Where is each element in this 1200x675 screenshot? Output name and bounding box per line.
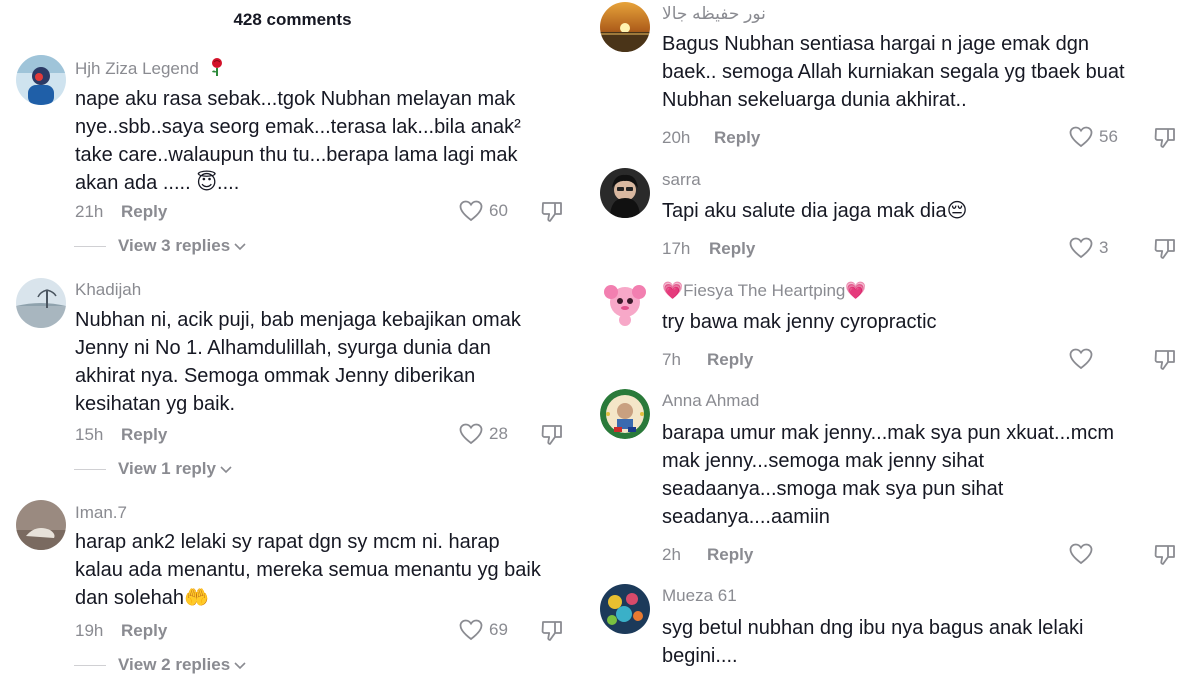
- comments-panel-right: نور حفيظه جالا Bagus Nubhan sentiasa har…: [585, 0, 1200, 675]
- avatar[interactable]: [600, 2, 650, 52]
- comment-time: 17h: [662, 239, 691, 258]
- comment-text: try bawa mak jenny cyropractic: [662, 311, 937, 333]
- comment-username[interactable]: Iman.7: [75, 503, 127, 523]
- divider-line: [74, 664, 106, 666]
- like-button[interactable]: 3: [1069, 237, 1108, 259]
- like-count: 28: [489, 424, 508, 443]
- comment-username[interactable]: sarra: [662, 170, 701, 190]
- heart-icon: [459, 200, 483, 222]
- heart-icon: [1069, 126, 1093, 148]
- comment-text: nape aku rasa sebak...tgok Nubhan melaya…: [75, 88, 521, 194]
- heart-icon: [1069, 543, 1093, 565]
- comment-username[interactable]: Khadijah: [75, 280, 141, 300]
- view-replies-button[interactable]: View 1 reply: [74, 459, 232, 479]
- thumbs-down-icon: [1153, 348, 1177, 372]
- divider-line: [74, 245, 106, 247]
- avatar[interactable]: [600, 389, 650, 439]
- chevron-down-icon: [234, 236, 246, 256]
- dislike-button[interactable]: [1153, 126, 1177, 150]
- reply-button[interactable]: Reply: [707, 350, 753, 370]
- reply-button[interactable]: Reply: [121, 202, 167, 222]
- comment-username[interactable]: Mueza 61: [662, 586, 737, 606]
- avatar[interactable]: [600, 168, 650, 218]
- thumbs-down-icon: [540, 423, 564, 447]
- heart-icon: [1069, 348, 1093, 370]
- thumbs-down-icon: [1153, 543, 1177, 567]
- avatar[interactable]: [600, 278, 650, 328]
- thumbs-down-icon: [540, 619, 564, 643]
- comment-time: 15h: [75, 425, 104, 444]
- dislike-button[interactable]: [540, 423, 564, 447]
- thumbs-down-icon: [540, 200, 564, 224]
- comment-username[interactable]: Anna Ahmad: [662, 391, 759, 411]
- like-count: 3: [1099, 238, 1109, 257]
- avatar[interactable]: [600, 584, 650, 634]
- reply-button[interactable]: Reply: [121, 621, 167, 641]
- dislike-button[interactable]: [1153, 237, 1177, 261]
- comments-panel-left: 428 comments Hjh Ziza Legend nape aku ra…: [0, 0, 585, 675]
- comment-username[interactable]: نور حفيظه جالا: [662, 4, 766, 24]
- like-button[interactable]: 60: [459, 200, 508, 222]
- heart-icon: [459, 619, 483, 641]
- view-replies-button[interactable]: View 3 replies: [74, 236, 246, 256]
- reply-button[interactable]: Reply: [707, 545, 753, 565]
- avatar[interactable]: [16, 55, 66, 105]
- chevron-down-icon: [234, 655, 246, 675]
- like-button[interactable]: [1069, 543, 1099, 565]
- rose-icon: [208, 57, 226, 82]
- dislike-button[interactable]: [540, 200, 564, 224]
- dislike-button[interactable]: [1153, 543, 1177, 567]
- comment-text: harap ank2 lelaki sy rapat dgn sy mcm ni…: [75, 531, 541, 609]
- comment-time: 7h: [662, 350, 681, 369]
- divider-line: [74, 468, 106, 470]
- like-button[interactable]: 28: [459, 423, 508, 445]
- thumbs-down-icon: [1153, 126, 1177, 150]
- dislike-button[interactable]: [540, 619, 564, 643]
- comment-time: 19h: [75, 621, 104, 640]
- comment-time: 20h: [662, 128, 691, 147]
- dislike-button[interactable]: [1153, 348, 1177, 372]
- view-replies-button[interactable]: View 2 replies: [74, 655, 246, 675]
- reply-button[interactable]: Reply: [714, 128, 760, 148]
- comment-username[interactable]: Hjh Ziza Legend: [75, 57, 226, 82]
- chevron-down-icon: [220, 459, 232, 479]
- comment-time: 2h: [662, 545, 681, 564]
- like-count: 69: [489, 620, 508, 639]
- comment-username[interactable]: 💗Fiesya The Heartping💗: [662, 281, 867, 301]
- heart-icon: [1069, 237, 1093, 259]
- comment-time: 21h: [75, 202, 104, 221]
- like-count: 56: [1099, 127, 1118, 146]
- avatar[interactable]: [16, 278, 66, 328]
- comment-text: barapa umur mak jenny...mak sya pun xkua…: [662, 422, 1115, 528]
- comment-text: Nubhan ni, acik puji, bab menjaga kebaji…: [75, 309, 521, 415]
- heart-icon: [459, 423, 483, 445]
- like-button[interactable]: 56: [1069, 126, 1118, 148]
- comment-count: 428 comments: [233, 10, 352, 29]
- reply-button[interactable]: Reply: [121, 425, 167, 445]
- like-button[interactable]: 69: [459, 619, 508, 641]
- comment-text: Tapi aku salute dia jaga mak dia😔: [662, 200, 968, 222]
- comment-text: syg betul nubhan dng ibu nya bagus anak …: [662, 617, 1084, 667]
- avatar[interactable]: [16, 500, 66, 550]
- thumbs-down-icon: [1153, 237, 1177, 261]
- like-button[interactable]: [1069, 348, 1099, 370]
- like-count: 60: [489, 201, 508, 220]
- reply-button[interactable]: Reply: [709, 239, 755, 259]
- comment-text: Bagus Nubhan sentiasa hargai n jage emak…: [662, 33, 1125, 111]
